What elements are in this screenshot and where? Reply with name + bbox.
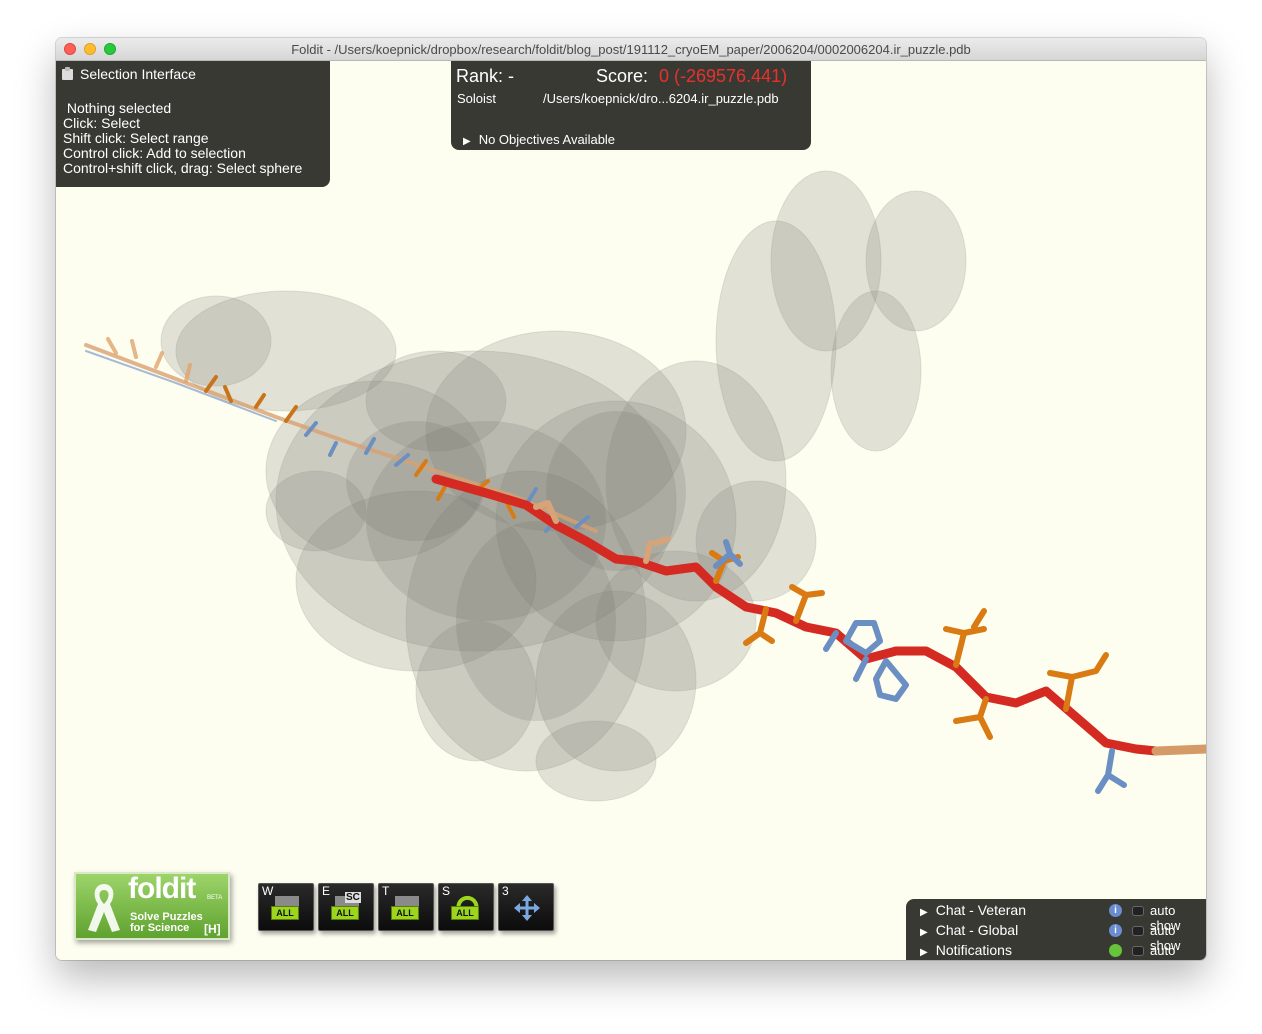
help-line: Shift click: Select range — [63, 130, 209, 146]
all-badge: ALL — [271, 906, 299, 920]
notification-status-icon[interactable] — [1109, 944, 1122, 957]
play-mode: Soloist — [457, 91, 497, 106]
chat-global-label: Chat - Global — [935, 922, 1019, 938]
selection-interface-panel: Selection Interface Nothing selected Cli… — [56, 61, 330, 187]
notifications-label: Notifications — [935, 942, 1012, 958]
hotkey-label: S — [442, 884, 451, 898]
auto-show-checkbox[interactable] — [1132, 906, 1144, 916]
help-line: Click: Select — [63, 115, 141, 131]
auto-show-label: auto show — [1150, 943, 1180, 960]
expand-triangle-icon: ▶ — [920, 947, 928, 958]
selection-interface-title: Selection Interface — [80, 66, 196, 82]
protein-scene[interactable] — [56, 61, 1206, 960]
move-button[interactable]: 3 — [498, 883, 554, 931]
ribbon-icon — [88, 884, 120, 932]
title-bar: Foldit - /Users/koepnick/dropbox/researc… — [56, 38, 1206, 61]
notifications-row[interactable]: ▶ Notifications auto show — [920, 940, 1206, 960]
hotkey-label: T — [382, 884, 390, 898]
score-panel: Rank: - Score: 0 (-269576.441) Soloist /… — [451, 61, 811, 150]
all-badge: ALL — [331, 906, 359, 920]
chat-global-row[interactable]: ▶ Chat - Global i auto show — [920, 920, 1206, 953]
sc-label: SC — [345, 892, 361, 903]
chat-veteran-label: Chat - Veteran — [935, 902, 1026, 918]
rank-label: Rank: - — [456, 66, 515, 86]
auto-show-checkbox[interactable] — [1132, 946, 1144, 956]
objectives-label: No Objectives Available — [478, 132, 616, 147]
logo-word: foldit — [128, 872, 196, 905]
score-label: Score: — [596, 66, 649, 86]
selection-status: Nothing selected — [63, 100, 172, 116]
chat-veteran-row[interactable]: ▶ Chat - Veteran i auto show — [920, 900, 1206, 933]
wiggle-all-button[interactable]: W ALL — [258, 883, 314, 931]
foldit-window: Foldit - /Users/koepnick/dropbox/researc… — [56, 38, 1206, 960]
move-arrows-icon — [514, 895, 540, 921]
hotkey-label: W — [262, 884, 274, 898]
info-icon[interactable]: i — [1109, 904, 1122, 917]
puzzle-file-path: /Users/koepnick/dro...6204.ir_puzzle.pdb — [543, 91, 779, 106]
chat-panel: ▶ Chat - Veteran i auto show ▶ Chat - Glob… — [906, 899, 1206, 960]
protein-backbone-tail — [1151, 744, 1206, 756]
tweak-button[interactable]: T ALL — [378, 883, 434, 931]
chat-global-label-wrap: ▶ Chat - Global — [920, 922, 1018, 938]
all-badge: ALL — [391, 906, 419, 920]
logo-tagline: Solve Puzzles for Science — [130, 912, 203, 934]
window-title: Foldit - /Users/koepnick/dropbox/researc… — [291, 42, 971, 57]
chat-veteran-label-wrap: ▶ Chat - Veteran — [920, 902, 1026, 918]
expand-triangle-icon: ▶ — [920, 907, 928, 918]
protein-viewport[interactable]: Selection Interface Nothing selected Cli… — [56, 61, 1206, 960]
objectives-toggle[interactable]: ▶ No Objectives Available — [463, 132, 615, 147]
hotkey-label: 3 — [502, 884, 509, 898]
expand-triangle-icon: ▶ — [920, 927, 928, 938]
all-badge: ALL — [451, 906, 479, 920]
help-key: [H] — [204, 922, 221, 936]
hotkey-label: E — [322, 884, 331, 898]
auto-show-checkbox[interactable] — [1132, 926, 1144, 936]
rotate-button[interactable]: S ALL — [438, 883, 494, 931]
score-value: 0 (-269576.441) — [659, 66, 788, 86]
clipboard-icon — [62, 67, 73, 80]
logo-beta: BETA — [207, 895, 223, 901]
expand-triangle-icon: ▶ — [463, 136, 471, 147]
tagline-line: for Science — [130, 922, 190, 934]
help-line: Control click: Add to selection — [63, 145, 246, 161]
foldit-logo[interactable]: foldit BETA Solve Puzzles for Science [H… — [74, 872, 230, 940]
shake-sidechains-button[interactable]: E SC ALL — [318, 883, 374, 931]
selection-help-text: Nothing selected Click: Select Shift cli… — [63, 101, 302, 176]
help-line: Control+shift click, drag: Select sphere — [63, 160, 303, 176]
info-icon[interactable]: i — [1109, 924, 1122, 937]
notifications-label-wrap: ▶ Notifications — [920, 942, 1012, 958]
